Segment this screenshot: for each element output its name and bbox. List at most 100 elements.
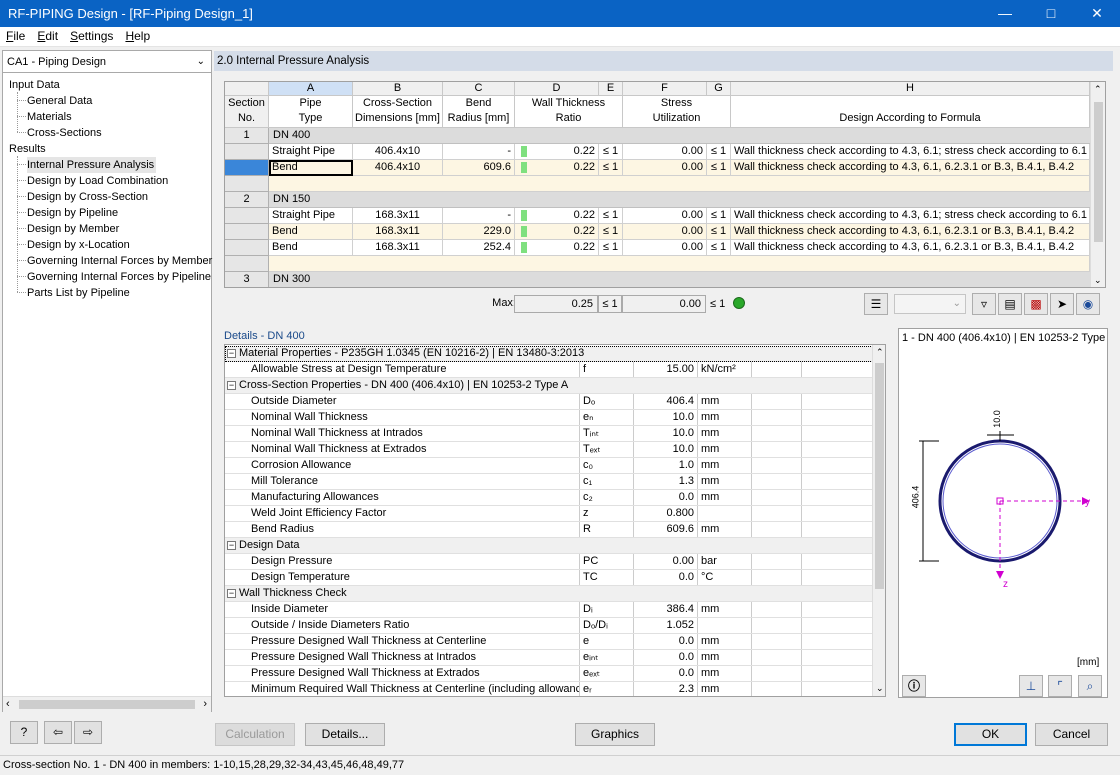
stress-cell[interactable]: 0.00 bbox=[623, 160, 707, 176]
stress-cell[interactable]: 0.00 bbox=[623, 144, 707, 160]
formula-cell[interactable]: Wall thickness check according to 4.3, 6… bbox=[731, 224, 1090, 240]
menu-edit[interactable]: Edit bbox=[31, 27, 64, 46]
details-section-header[interactable]: − Design Data bbox=[225, 538, 873, 554]
close-button[interactable]: ✕ bbox=[1074, 0, 1120, 27]
tree-internal-pressure-analysis[interactable]: Internal Pressure Analysis bbox=[27, 157, 157, 173]
tree-governing-forces-by-pipeline[interactable]: Governing Internal Forces by Pipeline bbox=[27, 269, 211, 285]
tree-cross-sections[interactable]: Cross-Sections bbox=[27, 125, 102, 141]
tree-governing-forces-by-member[interactable]: Governing Internal Forces by Member bbox=[27, 253, 212, 269]
tree-design-by-cross-section[interactable]: Design by Cross-Section bbox=[27, 189, 148, 205]
pipe-type-cell[interactable]: Straight Pipe bbox=[269, 144, 353, 160]
dimensions-cell[interactable]: 168.3x11 bbox=[353, 208, 443, 224]
formula-cell[interactable]: Wall thickness check according to 4.3, 6… bbox=[731, 240, 1090, 256]
formula-cell[interactable]: Wall thickness check according to 4.3, 6… bbox=[731, 144, 1090, 160]
wall-ratio-cell[interactable]: 0.22 bbox=[515, 160, 599, 176]
col-letter-g[interactable]: G bbox=[707, 82, 731, 96]
zoom-reset-icon[interactable]: ⌕ bbox=[1078, 675, 1102, 697]
export-excel-icon[interactable]: ▩ bbox=[1024, 293, 1048, 315]
wall-ratio-cell[interactable]: 0.22 bbox=[515, 144, 599, 160]
horizontal-scrollbar[interactable]: ‹ › bbox=[3, 696, 211, 712]
dimension-toggle-icon[interactable]: ⊥ bbox=[1019, 675, 1043, 697]
help-icon[interactable]: ? bbox=[10, 721, 38, 744]
calculation-button[interactable]: Calculation bbox=[215, 723, 295, 746]
details-button[interactable]: Details... bbox=[305, 723, 385, 746]
col-letter-h[interactable]: H bbox=[731, 82, 1090, 96]
wall-ratio-cell[interactable]: 0.22 bbox=[515, 224, 599, 240]
tree-design-by-member[interactable]: Design by Member bbox=[27, 221, 119, 237]
section-number[interactable]: 1 bbox=[225, 128, 269, 144]
pipe-type-cell[interactable]: Bend bbox=[269, 240, 353, 256]
scroll-up-icon[interactable]: ⌃ bbox=[1094, 84, 1102, 95]
tree-design-by-load-combination[interactable]: Design by Load Combination bbox=[27, 173, 168, 189]
section-group-row[interactable]: DN 400 bbox=[269, 128, 1090, 144]
row-header[interactable] bbox=[225, 176, 269, 192]
row-header[interactable] bbox=[225, 240, 269, 256]
tree-results[interactable]: Results bbox=[9, 141, 46, 157]
axes-toggle-icon[interactable]: ⌜ bbox=[1048, 675, 1072, 697]
wall-ratio-cell[interactable]: 0.22 bbox=[515, 208, 599, 224]
scroll-down-icon[interactable]: ⌄ bbox=[876, 683, 884, 694]
graphics-button[interactable]: Graphics bbox=[575, 723, 655, 746]
scroll-up-icon[interactable]: ⌃ bbox=[876, 347, 884, 358]
section-group-row[interactable]: DN 300 bbox=[269, 272, 1090, 287]
scroll-thumb[interactable] bbox=[875, 363, 884, 589]
stress-cell[interactable]: 0.00 bbox=[623, 208, 707, 224]
formula-cell[interactable]: Wall thickness check according to 4.3, 6… bbox=[731, 160, 1090, 176]
row-header[interactable] bbox=[225, 256, 269, 272]
view-eye-icon[interactable]: ◉ bbox=[1076, 293, 1100, 315]
tree-general-data[interactable]: General Data bbox=[27, 93, 92, 109]
col-letter-b[interactable]: B bbox=[353, 82, 443, 96]
tree-design-by-pipeline[interactable]: Design by Pipeline bbox=[27, 205, 118, 221]
scroll-down-icon[interactable]: ⌄ bbox=[1094, 275, 1102, 286]
collapse-icon[interactable]: − bbox=[227, 541, 236, 550]
section-group-row[interactable]: DN 150 bbox=[269, 192, 1090, 208]
pipe-type-cell[interactable]: Straight Pipe bbox=[269, 208, 353, 224]
details-section-header[interactable]: − Cross-Section Properties - DN 400 (406.… bbox=[225, 378, 873, 394]
dimensions-cell[interactable]: 168.3x11 bbox=[353, 224, 443, 240]
stress-cell[interactable]: 0.00 bbox=[623, 224, 707, 240]
row-header[interactable] bbox=[225, 208, 269, 224]
details-section-header[interactable]: − Wall Thickness Check bbox=[225, 586, 873, 602]
col-letter-e[interactable]: E bbox=[599, 82, 623, 96]
dimensions-cell[interactable]: 406.4x10 bbox=[353, 144, 443, 160]
menu-file[interactable]: File bbox=[0, 27, 31, 46]
bend-radius-cell[interactable]: 252.4 bbox=[443, 240, 515, 256]
col-letter-f[interactable]: F bbox=[623, 82, 707, 96]
row-header[interactable] bbox=[225, 224, 269, 240]
dimensions-cell[interactable]: 168.3x11 bbox=[353, 240, 443, 256]
menu-help[interactable]: Help bbox=[119, 27, 156, 46]
info-icon[interactable]: ⓘ bbox=[902, 675, 926, 697]
row-header[interactable] bbox=[225, 160, 269, 176]
table-vertical-scrollbar[interactable]: ⌃ ⌄ bbox=[1090, 82, 1105, 287]
tree-materials[interactable]: Materials bbox=[27, 109, 72, 125]
pipe-type-cell[interactable]: Bend bbox=[269, 160, 353, 176]
col-letter-a[interactable]: A bbox=[269, 82, 353, 96]
collapse-icon[interactable]: − bbox=[227, 349, 236, 358]
bend-radius-cell[interactable]: - bbox=[443, 144, 515, 160]
ok-button[interactable]: OK bbox=[954, 723, 1027, 746]
col-letter-d[interactable]: D bbox=[515, 82, 599, 96]
stress-cell[interactable]: 0.00 bbox=[623, 240, 707, 256]
maximize-button[interactable]: □ bbox=[1028, 0, 1074, 27]
minimize-button[interactable]: — bbox=[982, 0, 1028, 27]
scroll-thumb[interactable] bbox=[19, 700, 195, 709]
section-number[interactable]: 3 bbox=[225, 272, 269, 287]
export-icon[interactable]: ⇨ bbox=[74, 721, 102, 744]
tree-design-by-x-location[interactable]: Design by x-Location bbox=[27, 237, 130, 253]
collapse-icon[interactable]: − bbox=[227, 589, 236, 598]
col-letter-c[interactable]: C bbox=[443, 82, 515, 96]
scroll-thumb[interactable] bbox=[1094, 102, 1103, 242]
select-in-model-icon[interactable]: ➤ bbox=[1050, 293, 1074, 315]
bend-radius-cell[interactable]: 609.6 bbox=[443, 160, 515, 176]
case-select[interactable]: CA1 - Piping Design ⌄ bbox=[3, 51, 211, 73]
import-icon[interactable]: ⇦ bbox=[44, 721, 72, 744]
row-header[interactable] bbox=[225, 144, 269, 160]
collapse-icon[interactable]: − bbox=[227, 381, 236, 390]
menu-settings[interactable]: Settings bbox=[64, 27, 119, 46]
tree-parts-list-by-pipeline[interactable]: Parts List by Pipeline bbox=[27, 285, 130, 301]
wall-ratio-cell[interactable]: 0.22 bbox=[515, 240, 599, 256]
pipe-type-cell[interactable]: Bend bbox=[269, 224, 353, 240]
details-section-header[interactable]: − Material Properties - P235GH 1.0345 (EN… bbox=[225, 346, 873, 362]
section-number[interactable]: 2 bbox=[225, 192, 269, 208]
filter-select[interactable]: ⌄ bbox=[894, 294, 966, 314]
